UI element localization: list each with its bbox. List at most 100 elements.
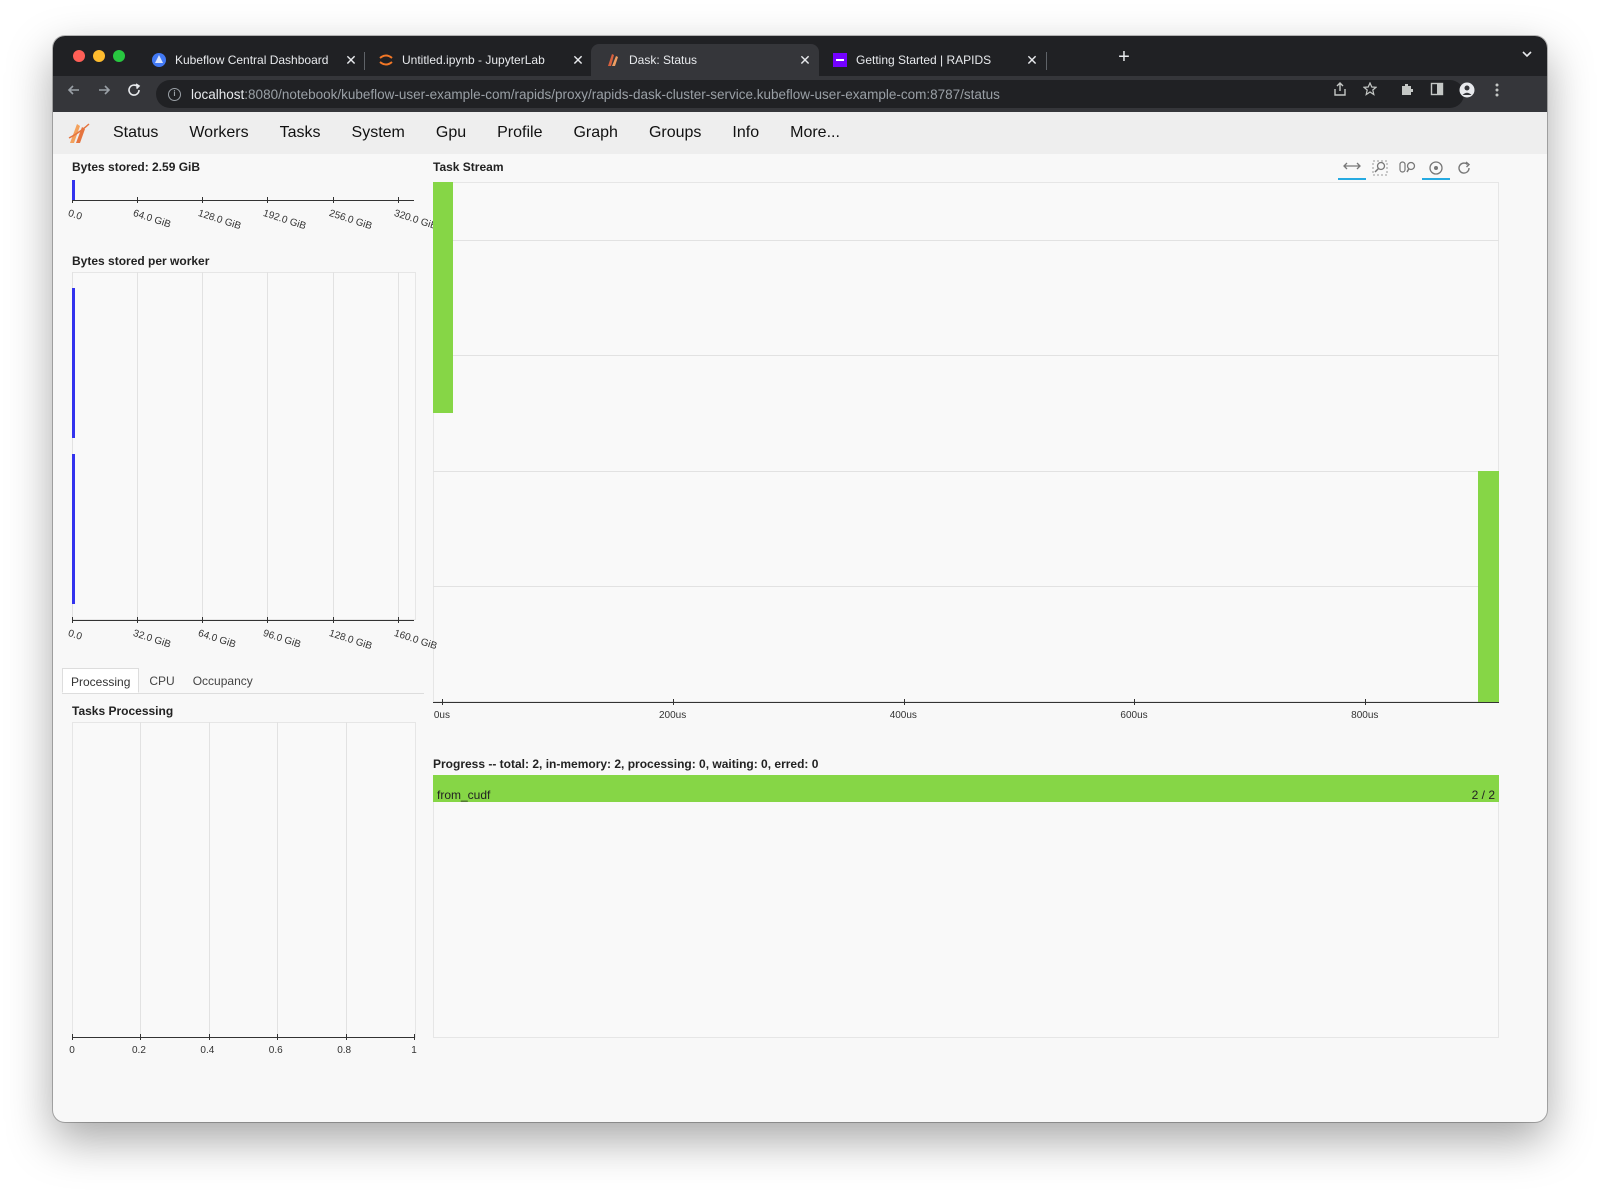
nav-system[interactable]: System	[352, 124, 405, 142]
tasks-processing-title: Tasks Processing	[72, 704, 174, 718]
bytes-per-worker-plot	[72, 272, 416, 620]
box-zoom-icon[interactable]	[1366, 160, 1394, 180]
tasks-processing-grid	[277, 722, 279, 1037]
tab-title: Dask: Status	[629, 53, 698, 67]
close-window-button[interactable]	[73, 50, 85, 62]
task-stream-tick	[1134, 699, 1136, 705]
tab-close-icon[interactable]: ✕	[564, 52, 592, 69]
tasks-processing-tick-label: 0.2	[132, 1045, 146, 1056]
task-stream-grid	[433, 470, 1499, 472]
bytes-stored-tick	[332, 197, 334, 203]
tab-processing[interactable]: Processing	[62, 668, 140, 693]
bytes-stored-tick-label: 64.0 GiB	[131, 208, 173, 231]
address-bar[interactable]: i localhost:8080/notebook/kubeflow-user-…	[156, 80, 1464, 108]
new-tab-button[interactable]: +	[1112, 46, 1136, 69]
reset-icon[interactable]	[1450, 160, 1478, 180]
task-stream-tick-label: 800us	[1351, 710, 1379, 721]
bytes-per-worker-tick-label: 128.0 GiB	[327, 628, 373, 653]
browser-menu-icon[interactable]	[1486, 82, 1508, 102]
tasks-processing-tick-label: 0.6	[268, 1045, 283, 1056]
side-panel-icon[interactable]	[1426, 82, 1448, 100]
task-stream-rect	[1478, 470, 1499, 702]
bytes-per-worker-tick-label: 160.0 GiB	[392, 628, 439, 653]
tasks-processing-grid	[208, 722, 210, 1037]
wheel-zoom-icon[interactable]	[1394, 160, 1422, 180]
tab-occupancy[interactable]: Occupancy	[185, 668, 261, 693]
tasks-processing-tick-label: 1	[411, 1045, 417, 1056]
tab-strip: Kubeflow Central Dashboard ✕ Untitled.ip…	[53, 36, 1547, 76]
forward-arrow-icon[interactable]	[93, 82, 115, 103]
tab-close-icon[interactable]: ✕	[791, 52, 819, 69]
bytes-per-worker-grid	[202, 272, 204, 620]
progress-title: Progress -- total: 2, in-memory: 2, proc…	[433, 757, 819, 771]
progress-bar-from-cudf[interactable]: from_cudf 2 / 2	[433, 775, 1499, 802]
dask-icon	[605, 52, 621, 68]
back-arrow-icon[interactable]	[63, 82, 85, 103]
profile-avatar-icon[interactable]	[1456, 82, 1478, 102]
nav-tasks[interactable]: Tasks	[280, 124, 321, 142]
site-info-icon[interactable]: i	[168, 87, 181, 101]
minimize-window-button[interactable]	[93, 50, 105, 62]
left-panel-tabs: Processing CPU Occupancy	[62, 668, 424, 694]
tasks-processing-tick	[72, 1034, 73, 1040]
maximize-window-button[interactable]	[113, 50, 125, 62]
task-stream-tick	[903, 699, 905, 705]
tab-cpu[interactable]: CPU	[141, 668, 182, 693]
bytes-per-worker-grid	[267, 272, 269, 620]
browser-toolbar: i localhost:8080/notebook/kubeflow-user-…	[53, 76, 1547, 112]
task-stream-tick-label: 400us	[889, 710, 917, 721]
bytes-per-worker-tick	[397, 617, 399, 623]
extensions-puzzle-icon[interactable]	[1396, 82, 1418, 100]
nav-status[interactable]: Status	[113, 124, 158, 142]
task-stream-grid	[433, 355, 1499, 357]
nav-workers[interactable]: Workers	[189, 124, 248, 142]
task-stream-tick	[672, 699, 674, 705]
tab-kubeflow[interactable]: Kubeflow Central Dashboard ✕	[137, 44, 365, 76]
pan-icon[interactable]	[1338, 160, 1366, 180]
bytes-per-worker-tick-label: 0.0	[66, 628, 84, 643]
task-stream-tick	[442, 699, 444, 705]
tab-close-icon[interactable]: ✕	[337, 52, 365, 69]
bytes-stored-x-axis	[72, 200, 414, 201]
tab-dask-status[interactable]: Dask: Status ✕	[591, 44, 819, 76]
bytes-per-worker-x-axis	[72, 620, 414, 621]
progress-task-count: 2 / 2	[1471, 788, 1495, 802]
nav-groups[interactable]: Groups	[649, 124, 701, 142]
tab-title: Untitled.ipynb - JupyterLab	[402, 53, 545, 67]
tab-jupyterlab[interactable]: Untitled.ipynb - JupyterLab ✕	[364, 44, 592, 76]
dask-logo-icon[interactable]	[67, 121, 91, 145]
hover-icon[interactable]	[1422, 160, 1450, 180]
bytes-per-worker-tick	[137, 617, 139, 623]
bookmark-star-icon[interactable]	[1359, 81, 1381, 100]
bytes-stored-tick	[267, 197, 269, 203]
bytes-stored-tick	[137, 197, 139, 203]
share-icon[interactable]	[1329, 82, 1351, 100]
tab-rapids[interactable]: Getting Started | RAPIDS ✕	[818, 44, 1046, 76]
tasks-processing-tick-label: 0	[69, 1045, 75, 1056]
bytes-per-worker-grid	[332, 272, 334, 620]
jupyter-icon	[378, 52, 394, 68]
nav-info[interactable]: Info	[732, 124, 759, 142]
tasks-processing-x-axis	[72, 1037, 414, 1038]
browser-window: Kubeflow Central Dashboard ✕ Untitled.ip…	[53, 36, 1547, 1122]
tasks-processing-tick	[277, 1034, 279, 1040]
bytes-per-worker-tick	[202, 617, 204, 623]
tasks-processing-tick	[140, 1034, 142, 1040]
task-stream-x-axis	[433, 702, 1499, 703]
bytes-per-worker-tick-label: 32.0 GiB	[131, 628, 173, 651]
task-stream-grid	[433, 239, 1499, 241]
tasks-processing-grid	[345, 722, 347, 1037]
tasks-processing-tick	[208, 1034, 210, 1040]
bytes-per-worker-grid	[397, 272, 399, 620]
tab-search-chevron-icon[interactable]	[1521, 48, 1533, 63]
tasks-processing-plot	[72, 722, 416, 1038]
nav-graph[interactable]: Graph	[573, 124, 617, 142]
nav-gpu[interactable]: Gpu	[436, 124, 466, 142]
nav-more[interactable]: More...	[790, 124, 840, 142]
task-stream-tick-label: 0us	[433, 710, 450, 721]
reload-icon[interactable]	[123, 82, 145, 103]
task-stream-tick-label: 600us	[1120, 710, 1148, 721]
nav-profile[interactable]: Profile	[497, 124, 542, 142]
bytes-stored-tick-label: 192.0 GiB	[262, 208, 308, 233]
tab-close-icon[interactable]: ✕	[1018, 52, 1046, 69]
